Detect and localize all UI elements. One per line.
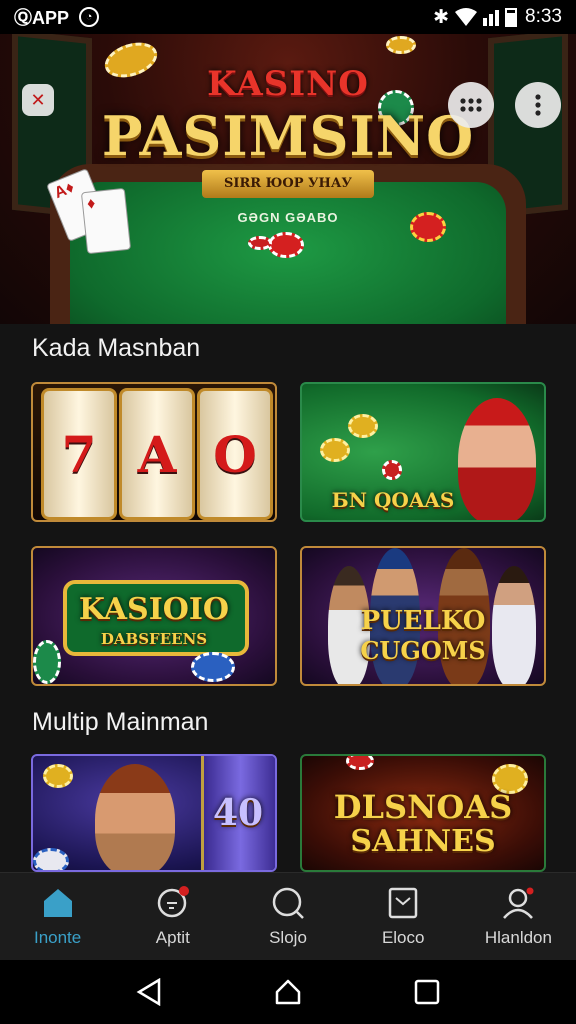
slot-reel: 7 [41, 388, 117, 520]
chip-icon [346, 756, 374, 770]
chip-icon [248, 236, 272, 250]
chip-icon [33, 848, 69, 870]
wifi-icon [455, 8, 478, 26]
chip-icon [386, 36, 416, 54]
nav-item-chat[interactable]: Aptit [115, 873, 230, 960]
nav-label: Inonte [33, 927, 82, 947]
apps-grid-button[interactable] [448, 82, 494, 128]
section-title: Kada Masnban [32, 334, 201, 362]
game-tile-slots[interactable]: 7 A O [31, 382, 277, 522]
nav-item-profile[interactable]: Hlanldon [461, 873, 576, 960]
notification-icon: ◔ [79, 7, 100, 27]
game-tile-singer[interactable]: 40 [31, 754, 277, 872]
home-icon [43, 888, 72, 917]
chip-icon [43, 764, 73, 788]
tile-label-line2: SAHNES [350, 824, 496, 859]
more-options-button[interactable] [515, 82, 561, 128]
nav-item-bag[interactable]: Eloco [346, 873, 461, 960]
search-icon [272, 887, 304, 919]
nav-item-search[interactable]: Slojo [230, 873, 345, 960]
nav-label: Eloco [381, 927, 425, 947]
grid-dots-icon [460, 98, 482, 112]
slot-reel: A [119, 388, 195, 520]
profile-icon [503, 887, 534, 919]
nav-label: Slojo [269, 927, 307, 947]
system-nav-bar [0, 960, 576, 1024]
chip-icon [268, 232, 304, 258]
bag-icon [388, 887, 418, 918]
bottom-nav: Inonte Aptit Slojo Eloco Hlanldon [0, 872, 576, 960]
tile-label-line1: KASIOIO [78, 592, 230, 627]
home-button-icon[interactable] [274, 978, 302, 1006]
coin-icon [320, 438, 350, 462]
game-tile-dlsnoas[interactable]: DLSNOAS SAHNES [300, 754, 546, 872]
app-label: ⓆAPP [14, 8, 70, 28]
chip-icon [382, 460, 402, 480]
tile-label-line1: DLSNOAS [333, 788, 513, 826]
chat-icon [157, 885, 189, 917]
coin-icon [348, 414, 378, 438]
slot-reel: O [197, 388, 273, 520]
nav-item-home[interactable]: Inonte [0, 873, 115, 960]
tile-label-line1: PUELKO [360, 606, 486, 636]
hero-subtitle: GƏGN GƏABO [237, 210, 339, 225]
back-icon[interactable] [136, 978, 162, 1006]
chip-icon [191, 652, 235, 682]
chip-icon [33, 640, 61, 684]
tile-label-line2: DABSFEENS [100, 630, 208, 648]
game-tile-puelko[interactable]: PUELKO CUGOMS [300, 546, 546, 686]
bluetooth-icon: ✱ [433, 6, 450, 28]
tile-label-line2: CUGOMS [360, 636, 486, 665]
section-title: Multip Mainman [32, 708, 209, 736]
hero-ribbon: SIRR ЮОР УНАУ [202, 170, 374, 198]
game-tile-green[interactable]: БN QOAAS [300, 382, 546, 522]
signal-icon [483, 8, 500, 26]
status-time: 8:33 [525, 6, 562, 27]
reel-number: 40 [212, 792, 264, 834]
nav-label: Hlanldon [484, 927, 552, 947]
recents-icon[interactable] [414, 979, 440, 1005]
nav-label: Aptit [155, 927, 190, 947]
more-vertical-icon [535, 94, 541, 116]
status-bar: ⓆAPP ◔ ✱ 8:33 [0, 0, 576, 34]
game-tile-kasioio[interactable]: KASIOIO DABSFEENS [31, 546, 277, 686]
tile-label: БN QOAAS [331, 488, 455, 512]
hero-banner[interactable]: A♦ ♦ KASINO PASIMSINO SIRR ЮОР УНАУ GƏGN… [0, 34, 576, 324]
battery-icon [505, 7, 518, 27]
logo-icon[interactable]: ✕ [22, 84, 54, 116]
